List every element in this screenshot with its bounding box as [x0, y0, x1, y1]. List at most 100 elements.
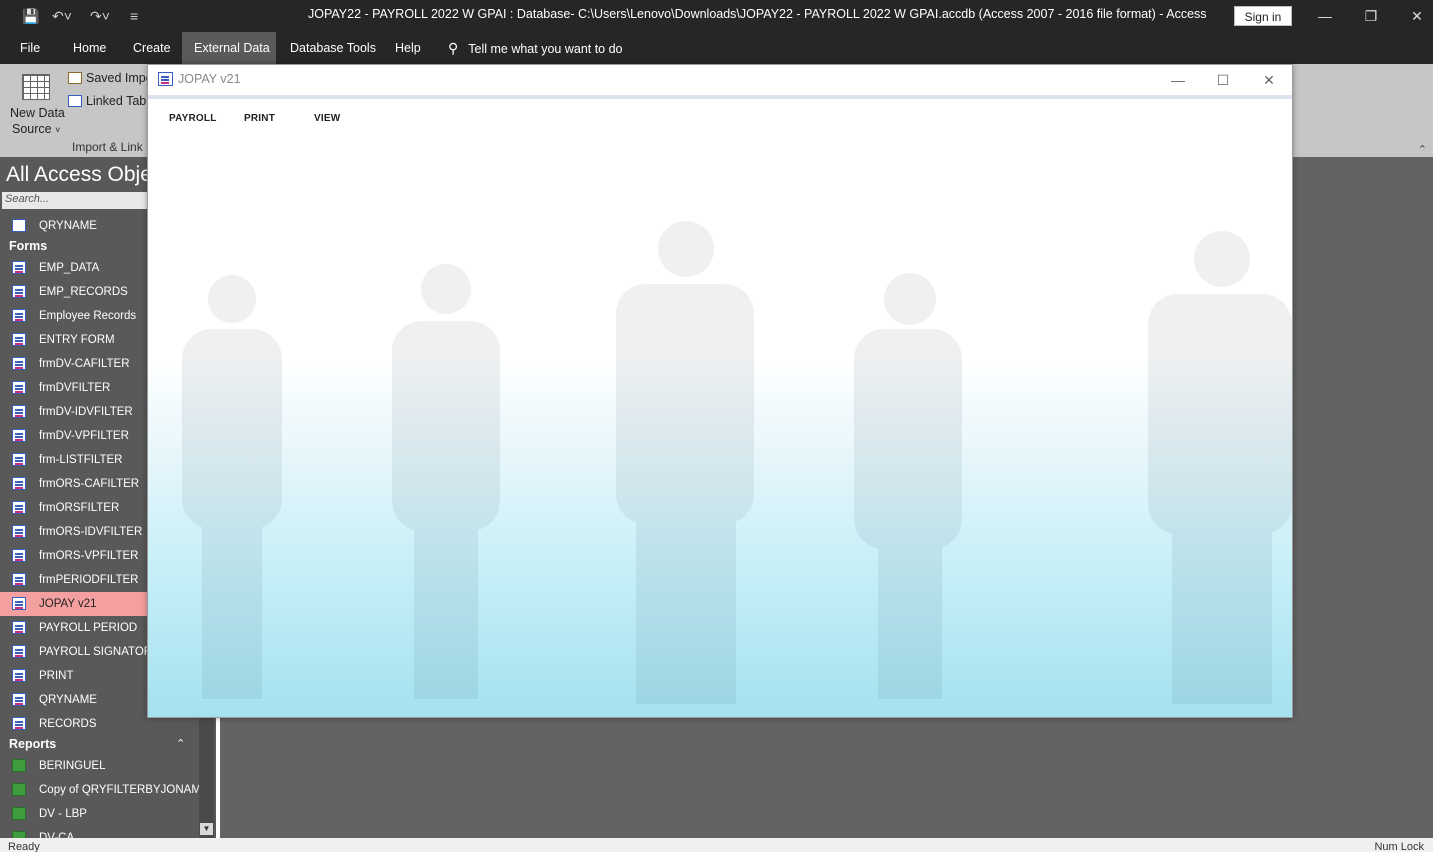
nav-form-label: QRYNAME	[39, 694, 97, 706]
title-bar: 💾 ↶˅ ↷˅ ≡ JOPAY22 - PAYROLL 2022 W GPAI …	[0, 0, 1433, 32]
nav-form-label: ENTRY FORM	[39, 334, 115, 346]
tell-me-label: Tell me what you want to do	[468, 42, 623, 56]
form-body: PAYROLL PRINT VIEW	[148, 99, 1292, 717]
nav-report-label: DV - LBP	[39, 808, 87, 820]
nav-form-label: frmORS-CAFILTER	[39, 478, 140, 490]
nav-form-label: frm-LISTFILTER	[39, 454, 123, 466]
tab-external-data[interactable]: External Data	[182, 32, 276, 64]
form-icon	[12, 333, 26, 346]
status-num-lock: Num Lock	[1374, 841, 1424, 852]
nav-report-item[interactable]: BERINGUEL	[0, 754, 199, 778]
tab-file[interactable]: File	[11, 32, 49, 64]
form-minimize-icon[interactable]: —	[1167, 69, 1189, 91]
nav-form-label: frmORS-IDVFILTER	[39, 526, 143, 538]
form-icon	[12, 477, 26, 490]
form-maximize-icon[interactable]: ☐	[1212, 69, 1234, 91]
payroll-button[interactable]: PAYROLL	[169, 113, 217, 124]
status-bar: Ready Num Lock	[0, 838, 1433, 852]
form-icon	[12, 669, 26, 682]
form-icon	[12, 381, 26, 394]
lightbulb-icon: ⚲	[448, 40, 459, 56]
nav-form-label: frmDV-IDVFILTER	[39, 406, 133, 418]
nav-form-label: EMP_RECORDS	[39, 286, 128, 298]
view-button[interactable]: VIEW	[314, 113, 340, 124]
linked-table-icon	[68, 95, 82, 107]
print-button[interactable]: PRINT	[244, 113, 275, 124]
new-data-source-label: New Data	[10, 106, 65, 120]
nav-report-item[interactable]: Copy of QRYFILTERBYJONAME	[0, 778, 199, 802]
save-icon[interactable]: 💾	[22, 6, 39, 26]
query-icon	[12, 219, 26, 232]
redo-icon[interactable]: ↷˅	[90, 6, 110, 26]
form-icon	[12, 693, 26, 706]
nav-form-label: EMP_DATA	[39, 262, 100, 274]
nav-form-label: Employee Records	[39, 310, 137, 322]
status-ready: Ready	[8, 841, 40, 852]
saved-imports-icon	[68, 72, 82, 84]
form-icon	[12, 357, 26, 370]
collapse-reports-icon[interactable]: ⌃	[176, 737, 185, 750]
nav-form-label: frmPERIODFILTER	[39, 574, 139, 586]
form-icon	[12, 261, 26, 274]
form-icon	[12, 645, 26, 658]
nav-report-label: BERINGUEL	[39, 760, 106, 772]
form-window-titlebar[interactable]: JOPAY v21 — ☐ ✕	[148, 65, 1292, 95]
nav-report-label: Copy of QRYFILTERBYJONAME	[39, 784, 199, 796]
form-icon	[12, 525, 26, 538]
restore-icon[interactable]: ❐	[1359, 4, 1383, 28]
new-data-source-button[interactable]: New Data Source ˅	[8, 70, 66, 138]
nav-form-label: frmORSFILTER	[39, 502, 120, 514]
minimize-icon[interactable]: —	[1313, 4, 1337, 28]
nav-form-label: frmDV-CAFILTER	[39, 358, 130, 370]
collapse-ribbon-icon[interactable]: ⌃	[1418, 143, 1427, 156]
saved-imports-button[interactable]: Saved Impo	[68, 70, 153, 88]
close-icon[interactable]: ✕	[1405, 4, 1429, 28]
nav-form-label: JOPAY v21	[39, 598, 97, 610]
form-icon	[12, 717, 26, 730]
background-silhouettes	[182, 221, 1292, 704]
nav-form-label: PAYROLL SIGNATORIE	[39, 646, 163, 658]
nav-form-label: RECORDS	[39, 718, 97, 730]
ribbon-tabs: File Home Create External Data Database …	[0, 32, 1433, 64]
forms-header[interactable]: Forms	[9, 239, 47, 253]
form-icon	[12, 285, 26, 298]
nav-form-label: PRINT	[39, 670, 74, 682]
tab-home[interactable]: Home	[64, 32, 115, 64]
nav-form-label: frmDV-VPFILTER	[39, 430, 129, 442]
nav-report-item[interactable]: DV - LBP	[0, 802, 199, 826]
import-link-group-label: Import & Link	[72, 140, 143, 154]
reports-header[interactable]: Reports	[9, 737, 56, 751]
linked-table-manager-button[interactable]: Linked Tabl	[68, 93, 150, 111]
report-icon	[12, 783, 26, 796]
form-icon	[12, 501, 26, 514]
form-icon	[158, 72, 173, 86]
nav-form-label: frmORS-VPFILTER	[39, 550, 139, 562]
tab-help[interactable]: Help	[386, 32, 430, 64]
customize-toolbar-icon[interactable]: ≡	[130, 6, 138, 26]
form-icon	[12, 621, 26, 634]
form-icon	[12, 597, 26, 610]
table-icon	[22, 74, 50, 100]
saved-imports-label: Saved Impo	[86, 71, 153, 85]
tab-create[interactable]: Create	[124, 32, 180, 64]
undo-icon[interactable]: ↶˅	[52, 6, 72, 26]
nav-form-label: PAYROLL PERIOD	[39, 622, 138, 634]
form-icon	[12, 573, 26, 586]
tab-database-tools[interactable]: Database Tools	[281, 32, 385, 64]
tell-me-search[interactable]: ⚲ Tell me what you want to do	[448, 32, 623, 64]
form-icon	[12, 549, 26, 562]
nav-pane-title[interactable]: All Access Obje	[6, 163, 152, 187]
form-icon	[12, 309, 26, 322]
form-close-icon[interactable]: ✕	[1258, 69, 1280, 91]
form-window-title: JOPAY v21	[178, 72, 241, 86]
nav-form-label: frmDVFILTER	[39, 382, 111, 394]
linked-table-label: Linked Tabl	[86, 94, 150, 108]
form-window-jopay: JOPAY v21 — ☐ ✕ PAYROLL PRINT VIEW	[147, 64, 1293, 718]
report-icon	[12, 759, 26, 772]
scroll-down-icon[interactable]: ▼	[200, 823, 213, 835]
form-icon	[12, 429, 26, 442]
report-icon	[12, 807, 26, 820]
sign-in-button[interactable]: Sign in	[1234, 6, 1292, 26]
nav-search-input[interactable]: Search...	[2, 192, 147, 209]
window-title: JOPAY22 - PAYROLL 2022 W GPAI : Database…	[308, 7, 1207, 21]
